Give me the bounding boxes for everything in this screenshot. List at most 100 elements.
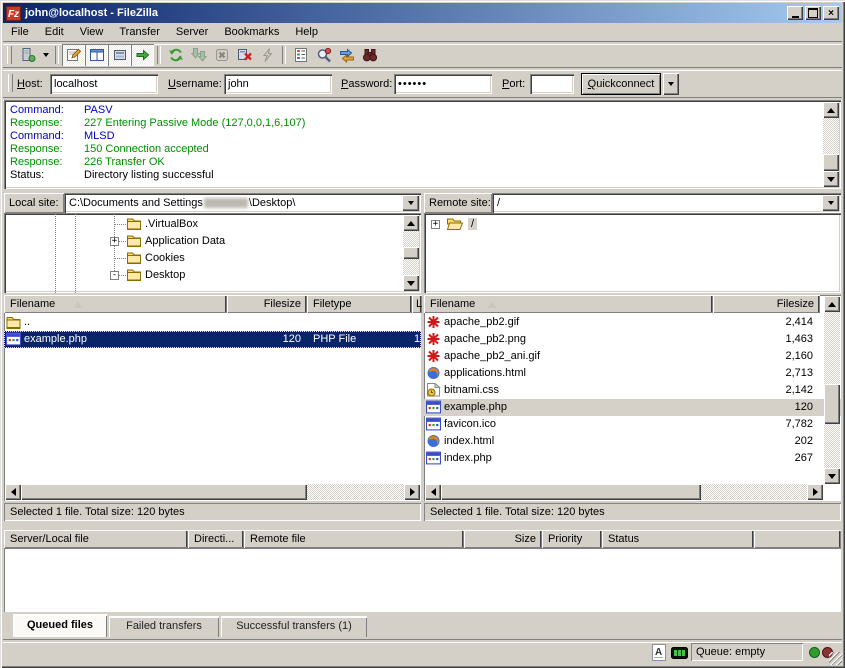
local-hscrollbar[interactable] [5,484,420,500]
local-tree: .VirtualBox + Application Data Cookies -… [4,213,421,293]
file-row-selected[interactable]: example.php 120 [424,399,841,416]
password-input[interactable]: •••••• [394,74,492,94]
tree-item-virtualbox[interactable]: .VirtualBox [145,218,198,230]
file-row[interactable]: index.php 267 [424,450,841,467]
process-queue-button[interactable] [187,44,210,66]
file-row[interactable]: apache_pb2.png 1,463 [424,331,841,348]
column-header-remotefile[interactable]: Remote file [244,530,464,548]
column-header-filesize[interactable]: Filesize [227,295,307,313]
remote-hscrollbar[interactable] [425,484,823,500]
scroll-up-button[interactable] [403,215,419,231]
menu-help[interactable]: Help [287,24,326,40]
scroll-right-button[interactable] [807,484,823,500]
scroll-thumb[interactable] [823,154,839,171]
toolbar-grip[interactable] [7,46,12,64]
menu-file[interactable]: File [3,24,37,40]
toggle-queue-button[interactable] [131,44,154,66]
port-input[interactable] [530,74,574,94]
resize-grip[interactable] [829,652,842,665]
local-site-combo[interactable]: C:\Documents and Settings\Desktop\ [64,193,421,213]
column-header-filename[interactable]: Filename [424,295,713,313]
tab-successful-transfers[interactable]: Successful transfers (1) [221,616,367,637]
scroll-left-button[interactable] [425,484,441,500]
local-tree-scrollbar[interactable] [403,215,419,291]
quickconnect-dropdown[interactable] [663,73,679,95]
queue-body[interactable] [4,548,841,612]
scroll-thumb[interactable] [403,247,419,259]
column-header-status[interactable]: Status [602,530,754,548]
column-header-filesize[interactable]: Filesize [713,295,820,313]
sync-browsing-button[interactable] [335,44,358,66]
tree-item-root[interactable]: / [468,218,477,230]
file-row[interactable]: bitnami.css 2,142 [424,382,841,399]
file-row-selected[interactable]: example.php 120 PHP File 1 [4,331,421,348]
username-input[interactable]: john [224,74,332,94]
filter-button[interactable] [289,44,312,66]
column-header-lastmodified[interactable]: L [412,295,422,313]
host-input[interactable]: localhost [50,74,158,94]
tree-item-application-data[interactable]: Application Data [145,235,225,247]
column-header-priority[interactable]: Priority [542,530,602,548]
file-row[interactable]: apache_pb2.gif 2,414 [424,314,841,331]
file-row-parent[interactable]: .. [4,314,421,331]
menu-server[interactable]: Server [168,24,216,40]
scroll-right-button[interactable] [404,484,420,500]
menu-view[interactable]: View [72,24,112,40]
quickconnect-grip[interactable] [8,74,13,92]
scroll-up-button[interactable] [824,296,840,312]
tab-failed-transfers[interactable]: Failed transfers [109,616,219,637]
folder-icon [126,268,142,281]
toggle-log-button[interactable] [62,44,85,66]
file-row[interactable]: apache_pb2_ani.gif 2,160 [424,348,841,365]
find-files-button[interactable] [358,44,381,66]
site-manager-dropdown[interactable] [39,44,52,66]
refresh-button[interactable] [164,44,187,66]
expander-minus[interactable]: - [110,271,119,280]
cancel-button[interactable] [210,44,233,66]
tree-item-desktop[interactable]: Desktop [145,269,185,281]
log-scrollbar[interactable] [823,102,839,187]
scroll-thumb[interactable] [824,384,840,424]
reconnect-button[interactable] [256,44,279,66]
scroll-down-button[interactable] [824,468,840,484]
minimize-button[interactable] [787,6,803,20]
toggle-queue-icon [135,47,151,63]
remote-site-combo[interactable]: / [492,193,841,213]
compare-button[interactable] [312,44,335,66]
expander-plus[interactable]: + [110,237,119,246]
maximize-button[interactable] [805,6,821,20]
tab-queued-files[interactable]: Queued files [13,614,107,637]
tree-item-cookies[interactable]: Cookies [145,252,185,264]
toggle-remote-tree-button[interactable] [108,44,131,66]
column-header-size[interactable]: Size [464,530,542,548]
column-header-filename[interactable]: Filename [4,295,227,313]
scroll-up-button[interactable] [823,102,839,118]
site-manager-icon [20,47,36,63]
scroll-thumb[interactable] [21,484,307,500]
menu-transfer[interactable]: Transfer [111,24,168,40]
host-label: Host: [17,78,43,90]
file-row[interactable]: favicon.ico 7,782 [424,416,841,433]
remote-vscrollbar[interactable] [824,296,840,484]
column-header-direction[interactable]: Directi... [188,530,244,548]
menu-bookmarks[interactable]: Bookmarks [216,24,287,40]
disconnect-button[interactable] [233,44,256,66]
column-header-serverlocal[interactable]: Server/Local file [4,530,188,548]
file-row[interactable]: applications.html 2,713 [424,365,841,382]
scroll-thumb[interactable] [441,484,701,500]
remote-site-dropdown[interactable] [822,195,839,211]
toggle-local-tree-button[interactable] [85,44,108,66]
quickconnect-button[interactable]: Quickconnect [581,73,661,95]
local-site-dropdown[interactable] [402,195,419,211]
expander-plus[interactable]: + [431,220,440,229]
scroll-left-button[interactable] [5,484,21,500]
close-button[interactable]: × [823,6,839,20]
scroll-down-button[interactable] [403,275,419,291]
scroll-down-button[interactable] [823,171,839,187]
menu-edit[interactable]: Edit [37,24,72,40]
column-header-empty[interactable] [754,530,841,548]
site-manager-button[interactable] [16,44,39,66]
column-header-filetype[interactable]: Filetype [307,295,412,313]
apache-file-icon [426,332,441,346]
file-row[interactable]: index.html 202 [424,433,841,450]
